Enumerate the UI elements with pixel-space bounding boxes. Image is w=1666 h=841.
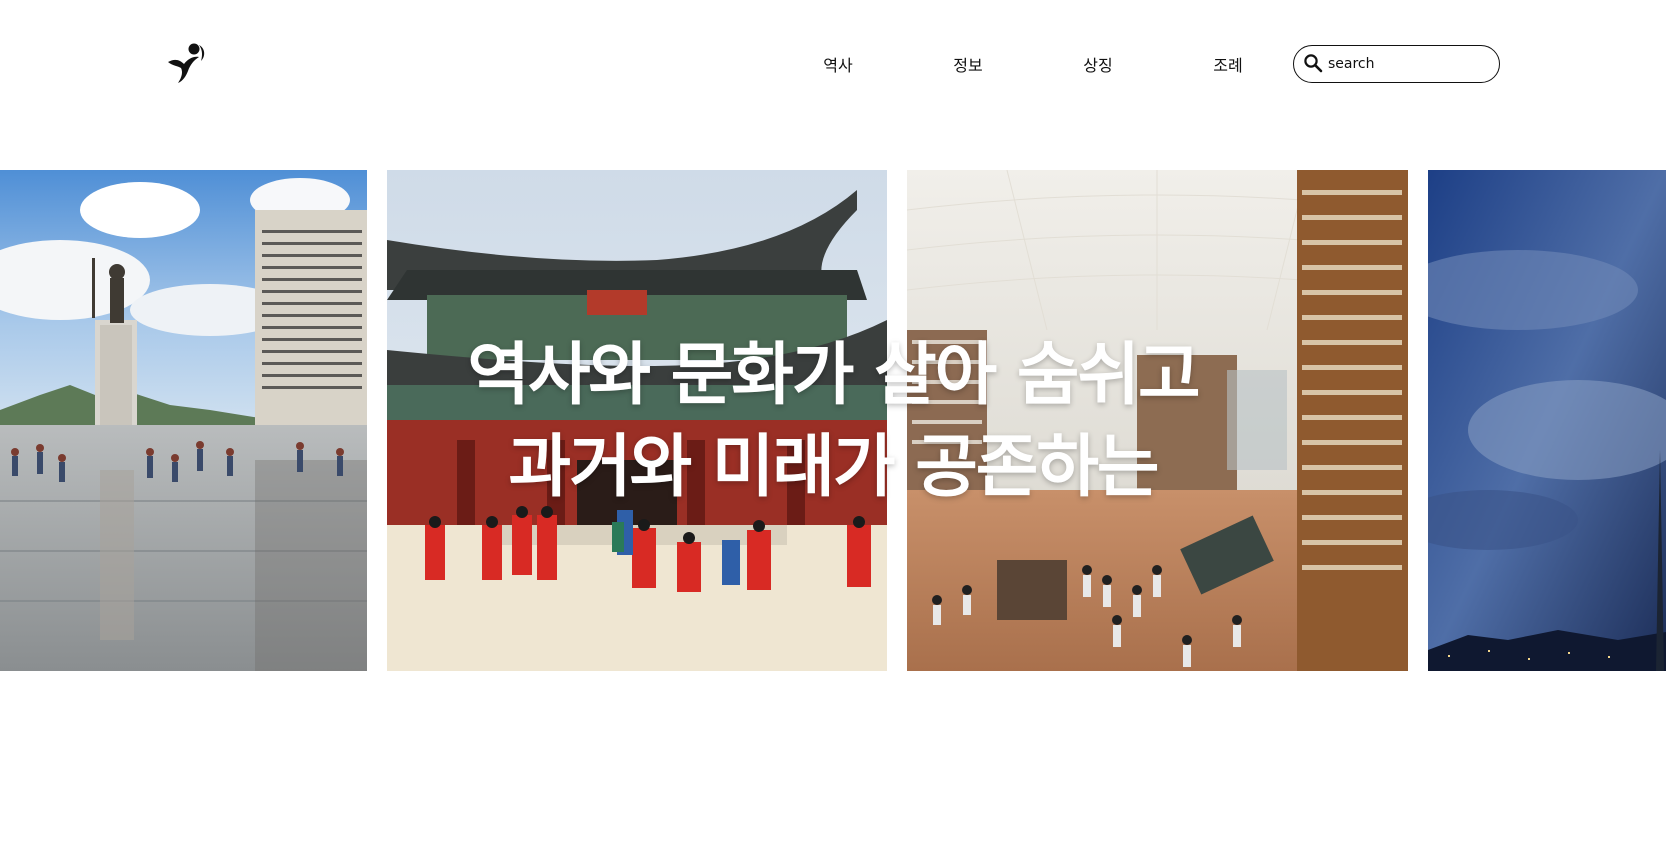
slide-gwanghwamun-image[interactable] (0, 170, 367, 671)
nav-item-history[interactable]: 역사 (823, 54, 852, 78)
nav-item-symbol[interactable]: 상징 (1083, 54, 1112, 78)
search-input[interactable] (1324, 52, 1493, 76)
hero-slider (0, 170, 1666, 671)
site-header: 역사 정보 상징 조례 (0, 0, 1666, 130)
nav-item-ordinance[interactable]: 조례 (1213, 54, 1242, 78)
slide-gyeongbokgung-image[interactable] (387, 170, 887, 671)
slide-seoul-sky-image[interactable] (1428, 170, 1666, 671)
nav-item-info[interactable]: 정보 (953, 54, 982, 78)
search-box (1293, 45, 1500, 83)
search-icon[interactable] (1303, 53, 1323, 73)
slide-library-image[interactable] (907, 170, 1408, 671)
